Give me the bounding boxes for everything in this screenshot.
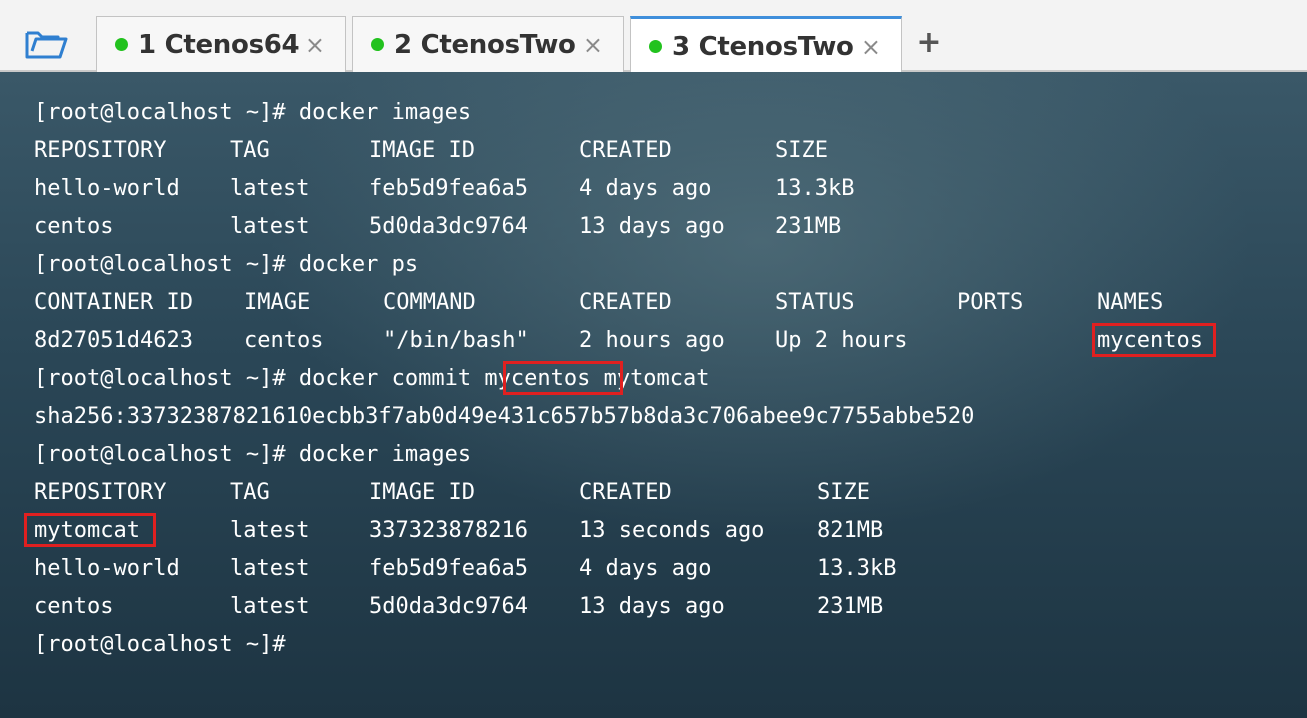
shell-prompt: [root@localhost ~]# bbox=[34, 366, 286, 391]
header-created: CREATED bbox=[579, 290, 672, 315]
command-text: docker commit bbox=[285, 366, 485, 391]
cell-repository: centos bbox=[34, 214, 114, 239]
shell-prompt: [root@localhost ~]# bbox=[34, 252, 286, 277]
tab-session-1[interactable]: 1 Ctenos64 × bbox=[96, 16, 346, 72]
ps-header-row: CONTAINER ID IMAGE COMMAND CREATED STATU… bbox=[34, 284, 1163, 322]
container-row: 8d27051d4623 centos "/bin/bash" 2 hours … bbox=[34, 322, 1216, 360]
cell-repository: hello-world bbox=[34, 176, 180, 201]
cell-size: 13.3kB bbox=[775, 176, 855, 201]
images-header-row: REPOSITORY TAG IMAGE ID CREATED SIZE bbox=[34, 132, 828, 170]
cell-image-id: feb5d9fea6a5 bbox=[369, 176, 528, 201]
cell-repository: mytomcat bbox=[34, 518, 140, 543]
header-created: CREATED bbox=[579, 480, 672, 505]
image-row: centos latest 5d0da3dc9764 13 days ago 2… bbox=[34, 208, 841, 246]
close-tab-icon[interactable]: × bbox=[861, 33, 881, 61]
connected-status-dot bbox=[371, 38, 384, 51]
cell-created: 4 days ago bbox=[579, 556, 712, 581]
connected-status-dot bbox=[649, 40, 662, 53]
tab-session-3[interactable]: 3 CtenosTwo × bbox=[630, 16, 902, 74]
images-header-row: REPOSITORY TAG IMAGE ID CREATED SIZE bbox=[34, 474, 870, 512]
cell-created: 2 hours ago bbox=[579, 328, 725, 353]
shell-prompt: [root@localhost ~]# bbox=[34, 100, 286, 125]
header-names: NAMES bbox=[1097, 290, 1164, 315]
session-tab-bar: 1 Ctenos64 × 2 CtenosTwo × 3 CtenosTwo ×… bbox=[0, 0, 1307, 74]
add-tab-button[interactable]: + bbox=[912, 24, 946, 60]
cell-tag: latest bbox=[230, 594, 310, 619]
cell-created: 13 days ago bbox=[579, 214, 725, 239]
header-status: STATUS bbox=[775, 290, 855, 315]
cell-created: 4 days ago bbox=[579, 176, 712, 201]
header-size: SIZE bbox=[817, 480, 870, 505]
tab-label: 1 Ctenos64 bbox=[138, 29, 300, 60]
cell-command: "/bin/bash" bbox=[383, 328, 529, 353]
cell-image-id: 337323878216 bbox=[369, 518, 528, 543]
command-text: docker ps bbox=[285, 252, 419, 277]
terminal-app-window: 1 Ctenos64 × 2 CtenosTwo × 3 CtenosTwo ×… bbox=[0, 0, 1307, 718]
cell-names: mycentos bbox=[1097, 328, 1203, 353]
command-text: docker images bbox=[285, 100, 472, 125]
cell-tag: latest bbox=[230, 214, 310, 239]
image-row: centos latest 5d0da3dc9764 13 days ago 2… bbox=[34, 588, 883, 626]
connected-status-dot bbox=[115, 38, 128, 51]
folder-icon bbox=[25, 31, 68, 59]
shell-prompt: [root@localhost ~]# bbox=[34, 442, 286, 467]
cell-image: centos bbox=[244, 328, 324, 353]
terminal-output[interactable]: [root@localhost ~]# docker images REPOSI… bbox=[0, 72, 1307, 718]
terminal-line: [root@localhost ~]# docker images bbox=[34, 436, 471, 474]
commit-sha-line: sha256:33732387821610ecbb3f7ab0d49e431c6… bbox=[34, 404, 975, 429]
close-tab-icon[interactable]: × bbox=[305, 31, 325, 59]
terminal-line: [root@localhost ~]# docker ps bbox=[34, 246, 418, 284]
open-folder-button[interactable] bbox=[22, 24, 70, 64]
cell-size: 231MB bbox=[775, 214, 842, 239]
header-command: COMMAND bbox=[383, 290, 476, 315]
terminal-line: [root@localhost ~]# bbox=[34, 626, 286, 664]
cell-image-id: feb5d9fea6a5 bbox=[369, 556, 528, 581]
cell-created: 13 seconds ago bbox=[579, 518, 765, 543]
header-image: IMAGE bbox=[244, 290, 311, 315]
header-repository: REPOSITORY bbox=[34, 480, 167, 505]
header-tag: TAG bbox=[230, 138, 270, 163]
cell-tag: latest bbox=[230, 556, 310, 581]
cell-size: 231MB bbox=[817, 594, 884, 619]
header-ports: PORTS bbox=[957, 290, 1024, 315]
cell-container-id: 8d27051d4623 bbox=[34, 328, 193, 353]
image-row: hello-world latest feb5d9fea6a5 4 days a… bbox=[34, 170, 854, 208]
cell-status: Up 2 hours bbox=[775, 328, 908, 353]
tab-session-2[interactable]: 2 CtenosTwo × bbox=[352, 16, 624, 72]
cell-repository: hello-world bbox=[34, 556, 180, 581]
terminal-line: [root@localhost ~]# docker images bbox=[34, 94, 471, 132]
header-image-id: IMAGE ID bbox=[369, 480, 475, 505]
header-repository: REPOSITORY bbox=[34, 138, 167, 163]
image-row: mytomcat latest 337323878216 13 seconds … bbox=[24, 512, 883, 550]
header-size: SIZE bbox=[775, 138, 828, 163]
cell-image-id: 5d0da3dc9764 bbox=[369, 594, 528, 619]
tab-label: 3 CtenosTwo bbox=[672, 31, 854, 62]
cell-tag: latest bbox=[230, 176, 310, 201]
close-tab-icon[interactable]: × bbox=[583, 31, 603, 59]
header-image-id: IMAGE ID bbox=[369, 138, 475, 163]
cell-size: 13.3kB bbox=[817, 556, 897, 581]
header-container-id: CONTAINER ID bbox=[34, 290, 193, 315]
tab-label: 2 CtenosTwo bbox=[394, 29, 576, 60]
cell-created: 13 days ago bbox=[579, 594, 725, 619]
header-tag: TAG bbox=[230, 480, 270, 505]
command-text: docker images bbox=[285, 442, 472, 467]
command-text: mytomcat bbox=[590, 366, 710, 391]
header-created: CREATED bbox=[579, 138, 672, 163]
cell-repository: centos bbox=[34, 594, 114, 619]
image-row: hello-world latest feb5d9fea6a5 4 days a… bbox=[34, 550, 896, 588]
commit-container-name: mycentos bbox=[484, 366, 591, 391]
cell-tag: latest bbox=[230, 518, 310, 543]
cell-size: 821MB bbox=[817, 518, 884, 543]
cell-image-id: 5d0da3dc9764 bbox=[369, 214, 528, 239]
terminal-line: [root@localhost ~]# docker commit mycent… bbox=[34, 360, 710, 398]
shell-prompt: [root@localhost ~]# bbox=[34, 632, 286, 657]
